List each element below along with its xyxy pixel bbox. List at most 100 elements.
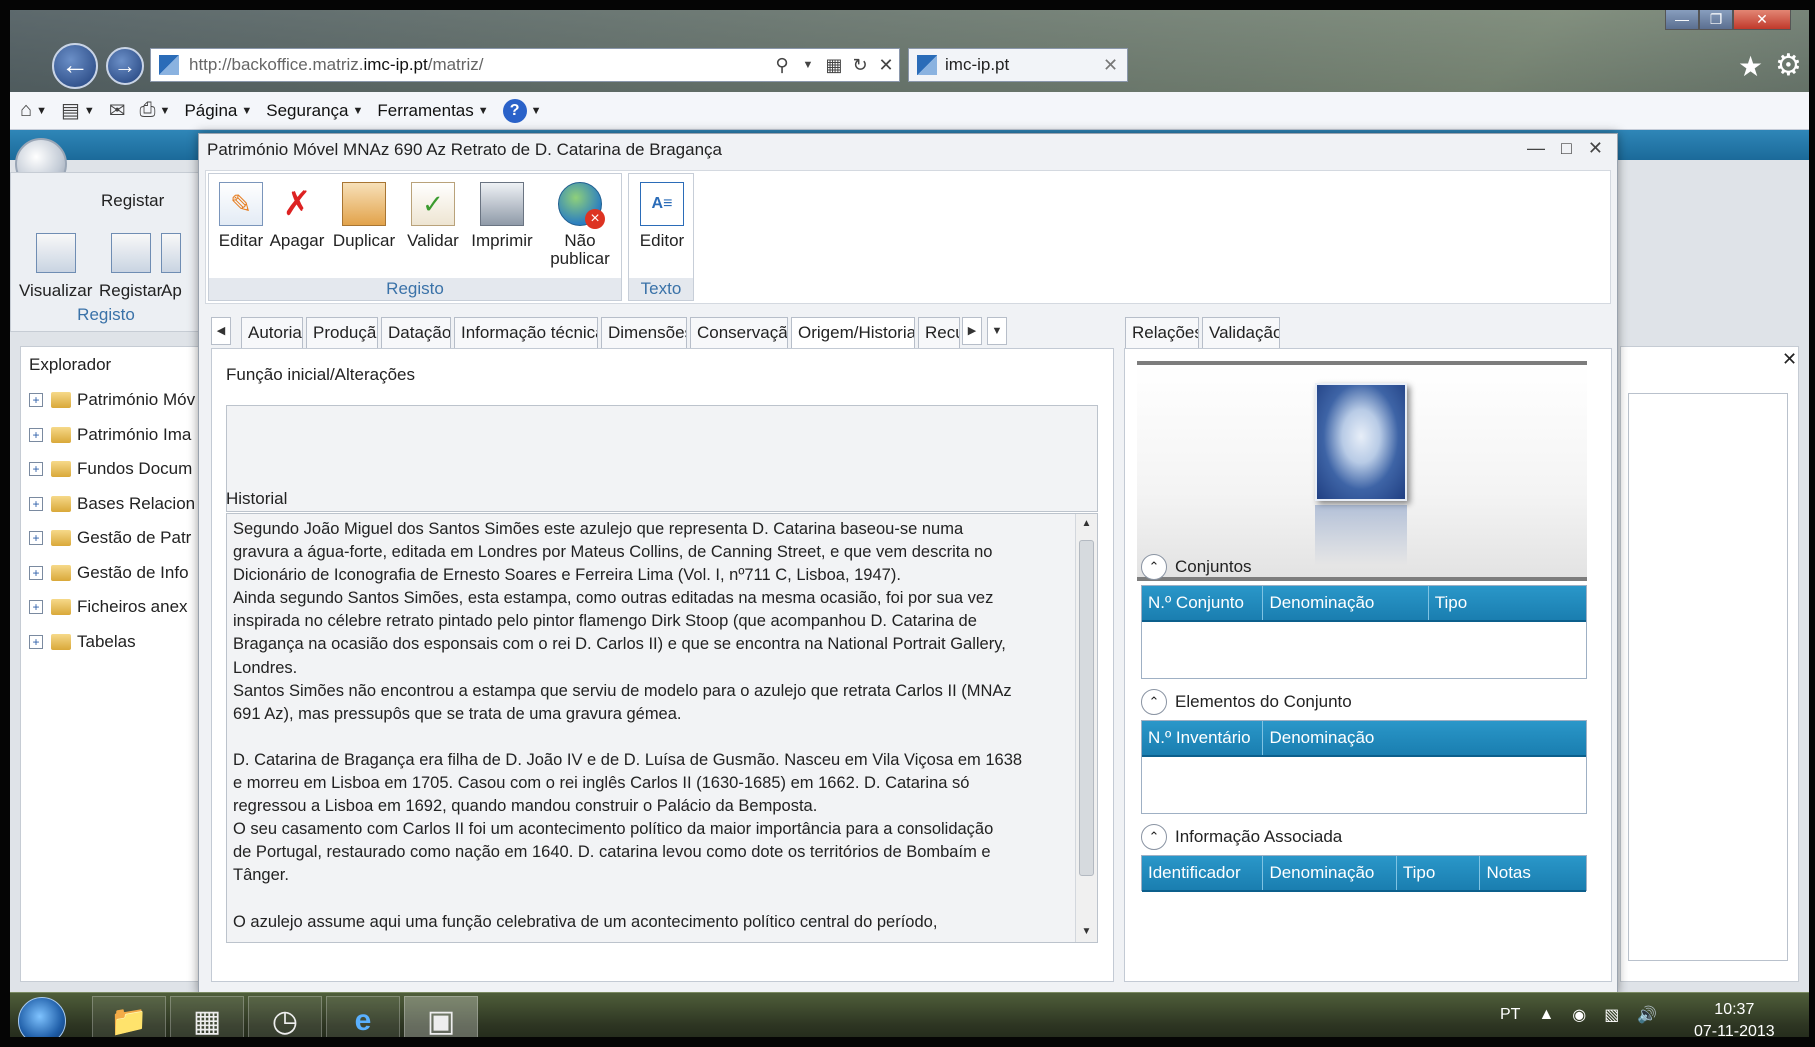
language-indicator[interactable]: PT <box>1500 1006 1520 1024</box>
tab-validacao[interactable]: Validação <box>1202 317 1280 349</box>
tab-conservacao[interactable]: Conservação <box>690 317 788 349</box>
editar-button[interactable]: ✎ Editar <box>215 182 267 250</box>
historial-textarea[interactable]: Segundo João Miguel dos Santos Simões es… <box>226 513 1098 943</box>
feeds-button[interactable]: ▤ ▼ <box>61 98 95 123</box>
tree-item[interactable]: + Património Ima <box>21 418 199 453</box>
tab-scroll-left-icon[interactable]: ◀ <box>211 317 231 345</box>
collapse-icon[interactable]: ⌃ <box>1141 689 1167 715</box>
scheduler-taskbar-button[interactable]: ◷ <box>248 996 322 1046</box>
expand-icon[interactable]: + <box>29 496 43 511</box>
stop-icon[interactable]: ✕ <box>873 55 899 76</box>
expand-icon[interactable]: + <box>29 565 43 580</box>
elementos-header[interactable]: ⌃ Elementos do Conjunto <box>1141 689 1352 715</box>
search-icon[interactable]: ⚲ <box>769 55 795 76</box>
network-icon[interactable]: ▧ <box>1604 1005 1619 1025</box>
expand-icon[interactable]: + <box>29 600 43 615</box>
visualizar-button[interactable]: Visualizar <box>19 233 92 301</box>
column-header[interactable]: Tipo <box>1429 586 1586 620</box>
tab-datacao[interactable]: Datação <box>381 317 451 349</box>
maximize-icon[interactable]: □ <box>1561 138 1572 159</box>
chevron-down-icon[interactable]: ▼ <box>795 59 821 71</box>
tab-informacao-tecnica[interactable]: Informação técnica <box>454 317 598 349</box>
column-header[interactable]: Notas <box>1480 856 1586 890</box>
tab-list-dropdown-icon[interactable]: ▼ <box>987 317 1007 345</box>
tree-item[interactable]: + Bases Relacion <box>21 487 199 522</box>
registar-button[interactable]: Registar <box>99 233 162 301</box>
funcao-textarea[interactable] <box>226 405 1098 512</box>
tree-item[interactable]: + Tabelas <box>21 625 199 660</box>
show-hidden-icons-icon[interactable]: ▲ <box>1538 1006 1554 1024</box>
column-header[interactable]: Denominação <box>1263 586 1429 620</box>
ribbon-tab-registar[interactable]: Registar <box>101 191 164 211</box>
app-taskbar-button[interactable]: ▣ <box>404 996 478 1046</box>
azulejo-portrait-image[interactable] <box>1315 383 1407 501</box>
back-button[interactable]: ← <box>52 43 98 89</box>
maximize-button[interactable]: ❐ <box>1699 8 1733 30</box>
nao-publicar-button[interactable]: Não publicar <box>543 182 617 268</box>
scroll-up-icon[interactable]: ▲ <box>1076 514 1097 534</box>
column-header[interactable]: Denominação <box>1263 856 1397 890</box>
tree-item[interactable]: + Gestão de Info <box>21 556 199 591</box>
informacao-header[interactable]: ⌃ Informação Associada <box>1141 824 1342 850</box>
expand-icon[interactable]: + <box>29 462 43 477</box>
favorites-star-icon[interactable]: ★ <box>1738 50 1763 83</box>
ie-taskbar-button[interactable]: e <box>326 996 400 1046</box>
column-header[interactable]: Tipo <box>1397 856 1481 890</box>
expand-icon[interactable]: + <box>29 634 43 649</box>
column-header[interactable]: Denominação <box>1263 721 1586 755</box>
eye-icon[interactable]: ◉ <box>1572 1005 1586 1025</box>
tree-item[interactable]: + Ficheiros anex <box>21 590 199 625</box>
duplicar-button[interactable]: Duplicar <box>327 182 401 250</box>
tree-item[interactable]: + Fundos Docum <box>21 452 199 487</box>
tab-dimensoes[interactable]: Dimensões <box>601 317 687 349</box>
volume-icon[interactable]: 🔊 <box>1637 1005 1657 1025</box>
tree-item[interactable]: + Património Móv <box>21 383 199 418</box>
calculator-taskbar-button[interactable]: ▦ <box>170 996 244 1046</box>
tab-scroll-right-icon[interactable]: ▶ <box>962 317 982 345</box>
print-button[interactable]: ⎙ ▼ <box>140 99 171 122</box>
apagar-button[interactable]: Ap <box>161 233 182 301</box>
tab-producao[interactable]: Produção <box>306 317 378 349</box>
minimize-icon[interactable]: — <box>1527 138 1545 159</box>
apagar-button[interactable]: ✗ Apagar <box>269 182 325 250</box>
column-header[interactable]: N.º Inventário <box>1142 721 1264 755</box>
forward-button[interactable]: → <box>106 47 144 85</box>
scroll-down-icon[interactable]: ▼ <box>1076 922 1097 942</box>
collapse-icon[interactable]: ⌃ <box>1141 554 1167 580</box>
close-icon[interactable]: ✕ <box>1782 349 1797 370</box>
historial-scrollbar[interactable]: ▲ ▼ <box>1075 514 1097 942</box>
mail-button[interactable]: ✉ <box>109 98 126 123</box>
page-menu[interactable]: Página ▼ <box>184 101 252 121</box>
expand-icon[interactable]: + <box>29 427 43 442</box>
security-menu[interactable]: Segurança ▼ <box>266 101 363 121</box>
tools-menu[interactable]: Ferramentas ▼ <box>377 101 488 121</box>
column-header[interactable]: Identificador <box>1142 856 1264 890</box>
minimize-button[interactable]: — <box>1665 8 1699 30</box>
expand-icon[interactable]: + <box>29 393 43 408</box>
explorer-taskbar-button[interactable]: 📁 <box>92 996 166 1046</box>
browser-tab[interactable]: imc-ip.pt ✕ <box>908 48 1128 82</box>
start-button[interactable] <box>18 997 66 1045</box>
gear-icon[interactable]: ⚙ <box>1775 48 1802 83</box>
tab-autoria[interactable]: Autoria <box>241 317 303 349</box>
expand-icon[interactable]: + <box>29 531 43 546</box>
imprimir-button[interactable]: Imprimir <box>465 182 539 250</box>
validar-button[interactable]: ✓ Validar <box>403 182 463 250</box>
home-button[interactable]: ⌂ ▼ <box>20 99 47 122</box>
address-bar[interactable]: http://backoffice.matriz.imc-ip.pt/matri… <box>150 48 900 82</box>
clock[interactable]: 10:37 07-11-2013 <box>1694 999 1775 1043</box>
column-header[interactable]: N.º Conjunto <box>1142 586 1264 620</box>
close-icon[interactable]: ✕ <box>1588 138 1603 159</box>
tab-recursos[interactable]: Recu <box>918 317 960 349</box>
refresh-icon[interactable]: ↻ <box>847 55 873 76</box>
compatibility-view-icon[interactable]: ▦ <box>821 55 847 76</box>
collapse-icon[interactable]: ⌃ <box>1141 824 1167 850</box>
tab-relacoes[interactable]: Relações <box>1125 317 1199 349</box>
tree-item[interactable]: + Gestão de Patr <box>21 521 199 556</box>
help-menu[interactable]: ? ▼ <box>502 98 542 123</box>
conjuntos-header[interactable]: ⌃ Conjuntos <box>1141 554 1252 580</box>
tab-origem-historial[interactable]: Origem/Historial <box>791 317 915 352</box>
close-button[interactable]: ✕ <box>1733 8 1791 30</box>
editor-button[interactable]: A≡ Editor <box>633 182 691 250</box>
scroll-thumb[interactable] <box>1079 540 1094 876</box>
